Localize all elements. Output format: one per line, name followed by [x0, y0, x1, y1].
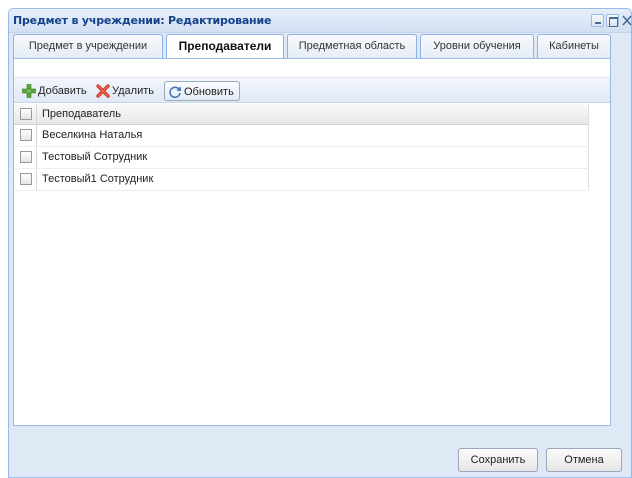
add-button-label: Добавить	[38, 85, 87, 97]
teachers-grid: Преподаватель Веселкина Наталья Тестовый…	[14, 104, 589, 191]
grid-header: Преподаватель	[14, 104, 589, 125]
column-divider	[36, 147, 37, 168]
window-title: Предмет в учреждении: Редактирование	[13, 14, 272, 27]
table-row[interactable]: Веселкина Наталья	[14, 125, 589, 147]
cancel-button-label: Отмена	[564, 454, 604, 466]
select-all-checkbox[interactable]	[20, 108, 32, 120]
column-end	[588, 104, 589, 124]
tab-strip: Предмет в учреждении Преподаватели Предм…	[13, 34, 611, 59]
row-checkbox[interactable]	[20, 151, 32, 163]
column-end	[588, 147, 589, 168]
tab-label: Кабинеты	[549, 40, 599, 52]
refresh-button-label: Обновить	[184, 86, 234, 98]
close-icon[interactable]	[621, 14, 632, 27]
cross-icon	[96, 84, 110, 98]
tab-classrooms[interactable]: Кабинеты	[537, 34, 611, 58]
column-divider	[36, 104, 37, 124]
add-button[interactable]: Добавить	[22, 81, 87, 101]
table-row[interactable]: Тестовый Сотрудник	[14, 147, 589, 169]
column-divider	[36, 169, 37, 190]
tab-label: Предмет в учреждении	[28, 40, 148, 52]
teacher-name: Тестовый Сотрудник	[42, 151, 148, 163]
tab-label: Уровни обучения	[433, 40, 521, 52]
tab-education-levels[interactable]: Уровни обучения	[420, 34, 534, 58]
teacher-name: Тестовый1 Сотрудник	[42, 173, 154, 185]
title-bar[interactable]: Предмет в учреждении: Редактирование	[9, 9, 632, 33]
tab-label: Предметная область	[298, 40, 406, 52]
tab-subject-in-institution[interactable]: Предмет в учреждении	[13, 34, 163, 58]
refresh-icon	[169, 86, 182, 99]
save-button[interactable]: Сохранить	[458, 448, 538, 472]
table-row[interactable]: Тестовый1 Сотрудник	[14, 169, 589, 191]
tab-label: Преподаватели	[178, 39, 272, 53]
teachers-panel: Добавить Удалить Обновить Преподаватель …	[13, 58, 611, 426]
column-header-teacher[interactable]: Преподаватель	[42, 108, 121, 120]
row-checkbox[interactable]	[20, 173, 32, 185]
column-end	[588, 125, 589, 146]
minimize-icon[interactable]	[591, 14, 604, 27]
tab-teachers[interactable]: Преподаватели	[166, 34, 284, 59]
refresh-button[interactable]: Обновить	[164, 81, 240, 101]
tab-subject-area[interactable]: Предметная область	[287, 34, 417, 58]
save-button-label: Сохранить	[470, 454, 526, 466]
column-end	[588, 169, 589, 190]
teacher-name: Веселкина Наталья	[42, 129, 143, 141]
cancel-button[interactable]: Отмена	[546, 448, 622, 472]
grid-toolbar: Добавить Удалить Обновить	[14, 77, 610, 103]
column-divider	[36, 125, 37, 146]
delete-button[interactable]: Удалить	[96, 81, 154, 101]
row-checkbox[interactable]	[20, 129, 32, 141]
delete-button-label: Удалить	[112, 85, 154, 97]
plus-icon	[22, 84, 36, 98]
maximize-icon[interactable]	[606, 14, 619, 27]
